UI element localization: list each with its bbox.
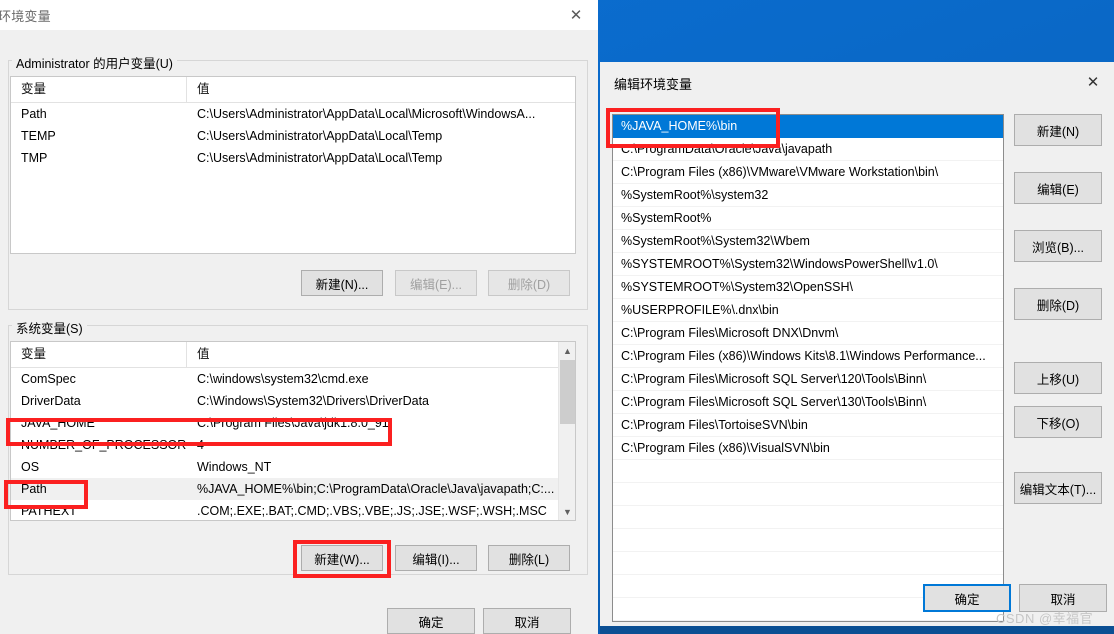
scroll-up-icon[interactable]: ▲ [559, 342, 575, 359]
edit-side-button-3[interactable]: 浏览(B)... [1014, 230, 1102, 262]
column-header-value[interactable]: 值 [187, 77, 575, 102]
list-item[interactable]: %SystemRoot% [613, 207, 1003, 230]
user-variables-rows: Path C:\Users\Administrator\AppData\Local… [11, 103, 575, 169]
close-icon[interactable]: ✕ [1078, 70, 1108, 94]
edit-side-button-6[interactable]: 下移(O) [1014, 406, 1102, 438]
edit-side-button-2[interactable]: 编辑(E) [1014, 172, 1102, 204]
table-row[interactable]: NUMBER_OF_PROCESSORS 4 [11, 434, 558, 456]
list-item[interactable]: %USERPROFILE%\.dnx\bin [613, 299, 1003, 322]
variable-value-cell: C:\Users\Administrator\AppData\Local\Tem… [197, 129, 443, 143]
list-item[interactable]: %SystemRoot%\system32 [613, 184, 1003, 207]
path-entries-listbox[interactable]: %JAVA_HOME%\bin C:\ProgramData\Oracle\Jav… [612, 114, 1004, 622]
variable-value-cell: C:\Users\Administrator\AppData\Local\Mic… [197, 107, 536, 121]
list-item[interactable]: C:\Program Files\Microsoft SQL Server\12… [613, 368, 1003, 391]
table-row[interactable]: PATHEXT .COM;.EXE;.BAT;.CMD;.VBS;.VBE;.JS… [11, 500, 558, 520]
close-icon[interactable]: ✕ [554, 0, 598, 30]
user-new-button[interactable]: 新建(N)... [301, 270, 383, 296]
edit-dialog-titlebar: 编辑环境变量 ✕ [600, 62, 1114, 102]
list-item[interactable]: C:\Program Files (x86)\VMware\VMware Wor… [613, 161, 1003, 184]
system-new-button[interactable]: 新建(W)... [301, 545, 383, 571]
table-row[interactable]: DriverData C:\Windows\System32\Drivers\Dr… [11, 390, 558, 412]
column-header-variable[interactable]: 变量 [11, 77, 187, 102]
scroll-down-icon[interactable]: ▼ [559, 503, 575, 520]
user-delete-button: 删除(D) [488, 270, 570, 296]
list-item-empty [613, 460, 1003, 483]
env-ok-button[interactable]: 确定 [387, 608, 475, 634]
user-variables-group-label: Administrator 的用户变量(U) [12, 53, 177, 72]
system-edit-button[interactable]: 编辑(I)... [395, 545, 477, 571]
column-header-variable[interactable]: 变量 [11, 342, 187, 367]
variable-value-cell: %JAVA_HOME%\bin;C:\ProgramData\Oracle\Ja… [197, 482, 555, 496]
variable-value-cell: C:\Users\Administrator\AppData\Local\Tem… [197, 151, 443, 165]
variable-name-cell: Path [21, 482, 47, 496]
variable-name-cell: ComSpec [21, 372, 76, 386]
list-item-empty [613, 506, 1003, 529]
variable-value-cell: 4 [197, 438, 204, 452]
variable-value-cell: C:\Windows\System32\Drivers\DriverData [197, 394, 429, 408]
edit-side-button-7[interactable]: 编辑文本(T)... [1014, 472, 1102, 504]
list-item-empty [613, 552, 1003, 575]
system-variables-group-label: 系统变量(S) [12, 318, 87, 337]
variable-name-cell: DriverData [21, 394, 81, 408]
screenshot-root: 环境变量 ✕ Administrator 的用户变量(U) 变量 值 Path C… [0, 0, 1114, 634]
edit-side-button-1[interactable]: 新建(N) [1014, 114, 1102, 146]
table-row[interactable]: Path C:\Users\Administrator\AppData\Local… [11, 103, 575, 125]
edit-dialog-title: 编辑环境变量 [614, 77, 693, 92]
taskbar [600, 626, 1114, 634]
table-row[interactable]: JAVA_HOME C:\Program Files\Java\jdk1.8.0_… [11, 412, 558, 434]
env-dialog-titlebar: 环境变量 ✕ [0, 0, 598, 30]
variable-name-cell: PATHEXT [21, 504, 77, 518]
system-variables-scrollbar[interactable]: ▲ ▼ [558, 342, 575, 520]
system-delete-button[interactable]: 删除(L) [488, 545, 570, 571]
list-item[interactable]: C:\Program Files\Microsoft DNX\Dnvm\ [613, 322, 1003, 345]
env-dialog-body: Administrator 的用户变量(U) 变量 值 Path C:\Users… [0, 30, 598, 634]
table-row[interactable]: OS Windows_NT [11, 456, 558, 478]
variable-name-cell: TMP [21, 151, 48, 165]
variable-name-cell: OS [21, 460, 40, 474]
table-row[interactable]: ComSpec C:\windows\system32\cmd.exe [11, 368, 558, 390]
user-edit-button: 编辑(E)... [395, 270, 477, 296]
variable-value-cell: C:\Program Files\Java\jdk1.8.0_91 [197, 416, 389, 430]
env-cancel-button[interactable]: 取消 [483, 608, 571, 634]
list-item[interactable]: %SYSTEMROOT%\System32\WindowsPowerShell\… [613, 253, 1003, 276]
system-variables-rows: ComSpec C:\windows\system32\cmd.exe Driver… [11, 368, 558, 520]
list-item-empty [613, 529, 1003, 552]
user-variables-listview[interactable]: 变量 值 Path C:\Users\Administrator\AppData\… [10, 76, 576, 254]
list-item[interactable]: C:\Program Files\Microsoft SQL Server\13… [613, 391, 1003, 414]
edit-side-button-5[interactable]: 上移(U) [1014, 362, 1102, 394]
list-item[interactable]: %SystemRoot%\System32\Wbem [613, 230, 1003, 253]
table-row[interactable]: TMP C:\Users\Administrator\AppData\Local\… [11, 147, 575, 169]
table-row[interactable]: TEMP C:\Users\Administrator\AppData\Local… [11, 125, 575, 147]
edit-environment-variable-dialog: 编辑环境变量 ✕ %JAVA_HOME%\bin C:\ProgramData\O… [600, 62, 1114, 626]
table-row[interactable]: Path %JAVA_HOME%\bin;C:\ProgramData\Oracl… [11, 478, 558, 500]
list-item[interactable]: %SYSTEMROOT%\System32\OpenSSH\ [613, 276, 1003, 299]
column-header-value[interactable]: 值 [187, 342, 575, 367]
variable-value-cell: Windows_NT [197, 460, 272, 474]
variable-name-cell: JAVA_HOME [21, 416, 95, 430]
variable-name-cell: Path [21, 107, 47, 121]
variable-name-cell: TEMP [21, 129, 56, 143]
list-item[interactable]: C:\Program Files (x86)\VisualSVN\bin [613, 437, 1003, 460]
user-variables-header: 变量 值 [11, 77, 575, 103]
variable-value-cell: .COM;.EXE;.BAT;.CMD;.VBS;.VBE;.JS;.JSE;.… [197, 504, 547, 518]
env-dialog-title: 环境变量 [0, 9, 51, 24]
path-entries-rows: %JAVA_HOME%\bin C:\ProgramData\Oracle\Jav… [613, 115, 1003, 621]
csdn-watermark: CSDN @幸福官 [996, 611, 1094, 626]
list-item[interactable]: C:\Program Files\TortoiseSVN\bin [613, 414, 1003, 437]
variable-value-cell: C:\windows\system32\cmd.exe [197, 372, 369, 386]
variable-name-cell: NUMBER_OF_PROCESSORS [21, 438, 187, 452]
scrollbar-thumb[interactable] [560, 360, 575, 424]
system-variables-header: 变量 值 [11, 342, 575, 368]
edit-side-button-4[interactable]: 删除(D) [1014, 288, 1102, 320]
list-item-empty [613, 483, 1003, 506]
list-item[interactable]: C:\Program Files (x86)\Windows Kits\8.1\… [613, 345, 1003, 368]
system-variables-listview[interactable]: 变量 值 ComSpec C:\windows\system32\cmd.exe D… [10, 341, 576, 521]
list-item[interactable]: C:\ProgramData\Oracle\Java\javapath [613, 138, 1003, 161]
environment-variables-dialog: 环境变量 ✕ Administrator 的用户变量(U) 变量 值 Path C… [0, 0, 598, 634]
list-item[interactable]: %JAVA_HOME%\bin [613, 115, 1003, 138]
